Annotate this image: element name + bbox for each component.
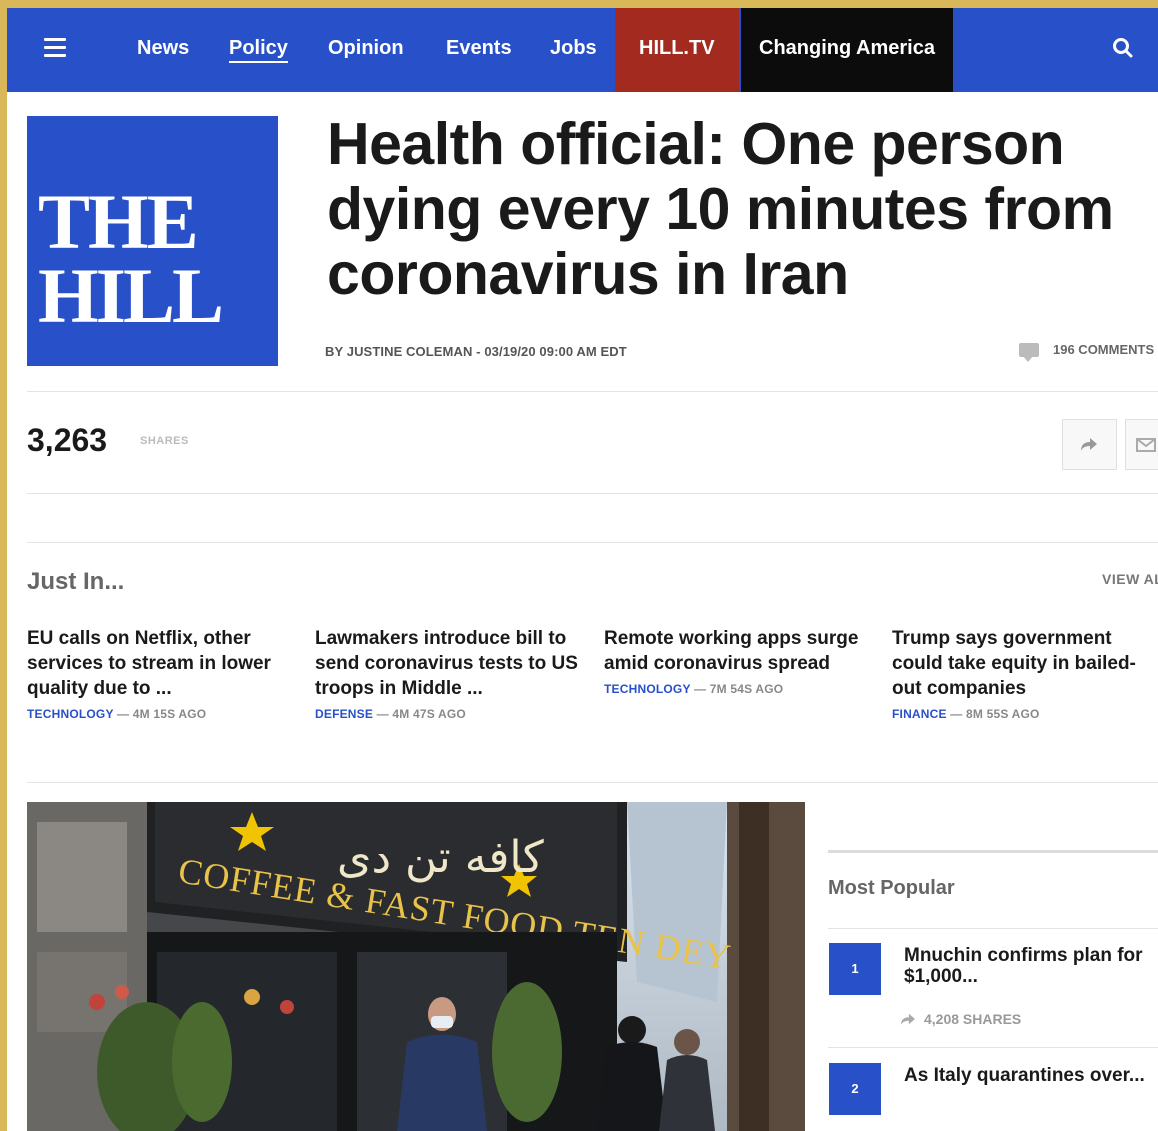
popular-item-shares: 4,208 SHARES (900, 1011, 1021, 1027)
divider (828, 1047, 1158, 1048)
article-byline: BY JUSTINE COLEMAN - 03/19/20 09:00 AM E… (325, 344, 627, 359)
nav-news[interactable]: News (137, 8, 189, 92)
story-time: — 7M 54S AGO (694, 682, 784, 696)
comments-link[interactable]: 196 COMMENTS (1019, 342, 1155, 362)
story-meta: TECHNOLOGY — 7M 54S AGO (604, 682, 869, 696)
nav-opinion[interactable]: Opinion (328, 8, 404, 92)
story-meta: FINANCE — 8M 55S AGO (892, 707, 1157, 721)
popular-item-title[interactable]: Mnuchin confirms plan for $1,000... (904, 945, 1158, 987)
cafe-storefront-image: کافه تن دی COFFEE & FAST FOOD TEN DEY (27, 802, 805, 1131)
just-in-story: Remote working apps surge amid coronavir… (604, 626, 869, 696)
story-meta: DEFENSE — 4M 47S AGO (315, 707, 580, 721)
story-category[interactable]: TECHNOLOGY (604, 682, 690, 696)
email-icon (1136, 438, 1156, 452)
divider (27, 782, 1158, 783)
story-title[interactable]: EU calls on Netflix, other services to s… (27, 626, 292, 701)
just-in-title: Just In... (27, 568, 125, 595)
nav-events[interactable]: Events (446, 8, 512, 92)
story-title[interactable]: Lawmakers introduce bill to send coronav… (315, 626, 580, 701)
email-share-button[interactable] (1125, 419, 1158, 470)
logo-line-1: THE (38, 178, 199, 265)
shares-label: SHARES (140, 435, 189, 447)
cafe-sign-farsi: کافه تن دی (337, 832, 544, 883)
story-meta: TECHNOLOGY — 4M 15S AGO (27, 707, 292, 721)
share-button[interactable] (1062, 419, 1117, 470)
shares-count: 3,263 (27, 422, 108, 458)
story-time: — 8M 55S AGO (950, 707, 1040, 721)
story-category[interactable]: FINANCE (892, 707, 947, 721)
just-in-story: EU calls on Netflix, other services to s… (27, 626, 292, 721)
comment-bubble-icon (1019, 342, 1039, 362)
story-title[interactable]: Trump says government could take equity … (892, 626, 1157, 701)
article-headline: Health official: One person dying every … (327, 111, 1114, 307)
comments-count: 196 COMMENTS (1053, 342, 1155, 357)
view-all-link[interactable]: VIEW ALL (1102, 571, 1158, 587)
top-nav: News Policy Opinion Events Jobs HILL.TV … (7, 8, 1158, 92)
story-category[interactable]: DEFENSE (315, 707, 373, 721)
just-in-story: Lawmakers introduce bill to send coronav… (315, 626, 580, 721)
logo-line-2: HILL (38, 252, 224, 339)
story-time: — 4M 15S AGO (117, 707, 207, 721)
popular-item-title[interactable]: As Italy quarantines over... (904, 1065, 1158, 1086)
rank-badge: 2 (829, 1063, 881, 1115)
share-arrow-icon (901, 1013, 915, 1026)
article-photo: کافه تن دی COFFEE & FAST FOOD TEN DEY (27, 802, 805, 1131)
story-time: — 4M 47S AGO (376, 707, 466, 721)
divider (828, 928, 1158, 929)
share-arrow-icon (1081, 438, 1097, 451)
nav-hilltv[interactable]: HILL.TV (615, 8, 739, 92)
nav-changing-america[interactable]: Changing America (741, 8, 953, 92)
nav-jobs[interactable]: Jobs (550, 8, 597, 92)
story-title[interactable]: Remote working apps surge amid coronavir… (604, 626, 869, 676)
most-popular-title: Most Popular (828, 877, 955, 899)
divider (27, 542, 1158, 543)
popular-shares-count: 4,208 SHARES (924, 1011, 1022, 1027)
hamburger-menu-icon[interactable] (44, 38, 66, 58)
divider (27, 391, 1158, 392)
just-in-story: Trump says government could take equity … (892, 626, 1157, 721)
rank-badge: 1 (829, 943, 881, 995)
the-hill-logo[interactable]: THE HILL (27, 116, 278, 366)
most-popular-top-rule (828, 850, 1158, 853)
search-icon[interactable] (1111, 36, 1135, 60)
page: News Policy Opinion Events Jobs HILL.TV … (7, 8, 1158, 1131)
divider (27, 493, 1158, 494)
story-category[interactable]: TECHNOLOGY (27, 707, 113, 721)
nav-policy[interactable]: Policy (229, 8, 288, 92)
